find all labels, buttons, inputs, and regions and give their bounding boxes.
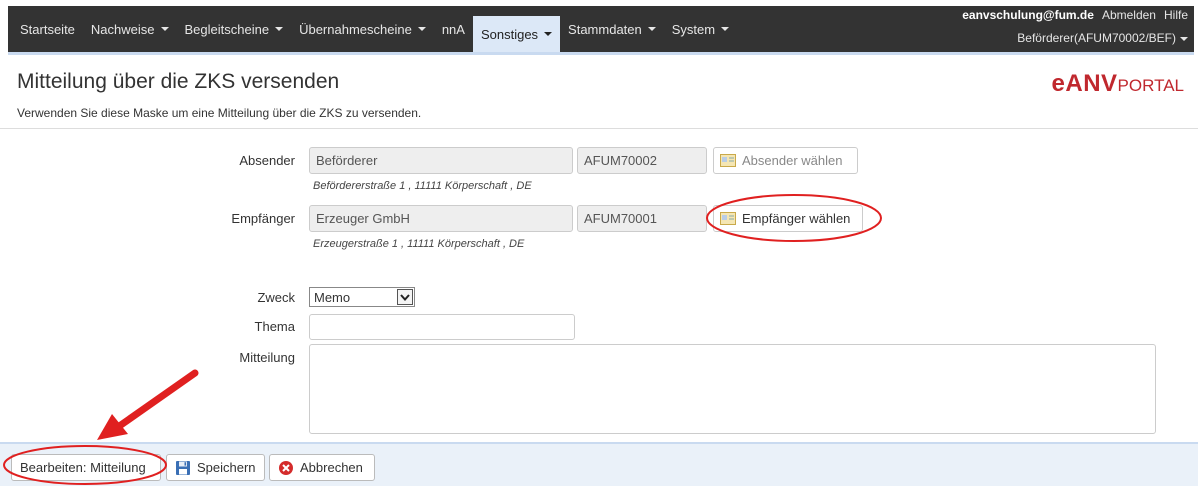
mitteilung-textarea[interactable] bbox=[309, 344, 1156, 434]
zweck-label: Zweck bbox=[257, 290, 295, 305]
role-label: Beförderer(AFUM70002/BEF) bbox=[1017, 31, 1176, 45]
address-book-icon bbox=[720, 212, 736, 225]
menu-label: Startseite bbox=[20, 21, 75, 37]
help-link[interactable]: Hilfe bbox=[1164, 8, 1188, 22]
role-dropdown[interactable]: Beförderer(AFUM70002/BEF) bbox=[962, 31, 1188, 45]
absender-name-field: Beförderer bbox=[309, 147, 573, 174]
field-value: Beförderer bbox=[316, 153, 378, 168]
page-title: Mitteilung über die ZKS versenden bbox=[17, 70, 340, 93]
button-label: Speichern bbox=[197, 460, 256, 475]
menu-label: System bbox=[671, 21, 716, 37]
empfaenger-waehlen-button[interactable]: Empfänger wählen bbox=[713, 205, 863, 232]
caret-down-icon bbox=[544, 32, 553, 36]
chevron-down-icon bbox=[397, 289, 413, 305]
menu-label: Sonstiges bbox=[480, 26, 539, 42]
caret-down-icon bbox=[647, 27, 656, 31]
zweck-select[interactable]: Memo bbox=[309, 287, 415, 307]
absender-waehlen-button[interactable]: Absender wählen bbox=[713, 147, 858, 174]
field-value: Erzeuger GmbH bbox=[316, 211, 410, 226]
absender-number-field: AFUM70002 bbox=[577, 147, 707, 174]
caret-down-icon bbox=[1180, 36, 1188, 41]
menu-label: Nachweise bbox=[90, 21, 155, 37]
user-email: eanvschulung@fum.de bbox=[962, 8, 1094, 22]
empfaenger-name-field: Erzeuger GmbH bbox=[309, 205, 573, 232]
thema-label: Thema bbox=[254, 319, 295, 334]
button-label: Empfänger wählen bbox=[742, 211, 851, 226]
empfaenger-number-field: AFUM70001 bbox=[577, 205, 707, 232]
top-navbar: Startseite Nachweise Begleitscheine Über… bbox=[8, 6, 1194, 52]
logo-main: eANV bbox=[1051, 70, 1118, 97]
thema-input[interactable] bbox=[309, 314, 575, 340]
divider bbox=[0, 128, 1198, 129]
menu-uebernahmescheine[interactable]: Übernahmescheine bbox=[291, 6, 434, 52]
address-book-icon bbox=[720, 154, 736, 167]
main-menu: Startseite Nachweise Begleitscheine Über… bbox=[8, 6, 737, 52]
field-value: AFUM70001 bbox=[584, 211, 657, 226]
page-description: Verwenden Sie diese Maske um eine Mittei… bbox=[17, 106, 422, 120]
button-label: Abbrechen bbox=[300, 460, 363, 475]
user-area: eanvschulung@fum.de Abmelden Hilfe Beför… bbox=[962, 8, 1188, 45]
logo-small: PORTAL bbox=[1117, 76, 1184, 95]
select-value: Memo bbox=[314, 289, 351, 305]
caret-down-icon bbox=[417, 27, 426, 31]
eanv-portal-logo: eANVPORTAL bbox=[1052, 70, 1184, 98]
caret-down-icon bbox=[275, 27, 284, 31]
logout-link[interactable]: Abmelden bbox=[1102, 8, 1156, 22]
cancel-icon bbox=[279, 460, 293, 475]
caret-down-icon bbox=[160, 27, 169, 31]
menu-stammdaten[interactable]: Stammdaten bbox=[560, 6, 664, 52]
field-value: AFUM70002 bbox=[584, 153, 657, 168]
menu-sonstiges[interactable]: Sonstiges bbox=[472, 16, 561, 52]
button-label: Absender wählen bbox=[742, 153, 843, 168]
caret-down-icon bbox=[721, 27, 730, 31]
menu-startseite[interactable]: Startseite bbox=[8, 6, 83, 52]
menu-label: nnA bbox=[441, 21, 465, 37]
empfaenger-address: Erzeugerstraße 1 , 11111 Körperschaft , … bbox=[313, 238, 525, 250]
menu-label: Übernahmescheine bbox=[299, 21, 412, 37]
empfaenger-label: Empfänger bbox=[231, 211, 295, 226]
navbar-underline bbox=[8, 52, 1194, 55]
red-arrow-icon bbox=[97, 369, 199, 440]
absender-address: Befördererstraße 1 , 11111 Körperschaft … bbox=[313, 180, 532, 192]
abbrechen-button[interactable]: Abbrechen bbox=[269, 454, 375, 481]
mitteilung-label: Mitteilung bbox=[239, 350, 295, 365]
menu-label: Begleitscheine bbox=[184, 21, 270, 37]
bearbeiten-mitteilung-button[interactable]: Bearbeiten: Mitteilung bbox=[11, 454, 161, 481]
menu-nna[interactable]: nnA bbox=[434, 6, 473, 52]
speichern-button[interactable]: Speichern bbox=[166, 454, 265, 481]
menu-label: Stammdaten bbox=[568, 21, 642, 37]
menu-begleitscheine[interactable]: Begleitscheine bbox=[177, 6, 292, 52]
button-label: Bearbeiten: Mitteilung bbox=[20, 460, 146, 475]
absender-label: Absender bbox=[239, 153, 295, 168]
floppy-disk-icon bbox=[176, 460, 190, 475]
menu-nachweise[interactable]: Nachweise bbox=[83, 6, 177, 52]
menu-system[interactable]: System bbox=[664, 6, 737, 52]
